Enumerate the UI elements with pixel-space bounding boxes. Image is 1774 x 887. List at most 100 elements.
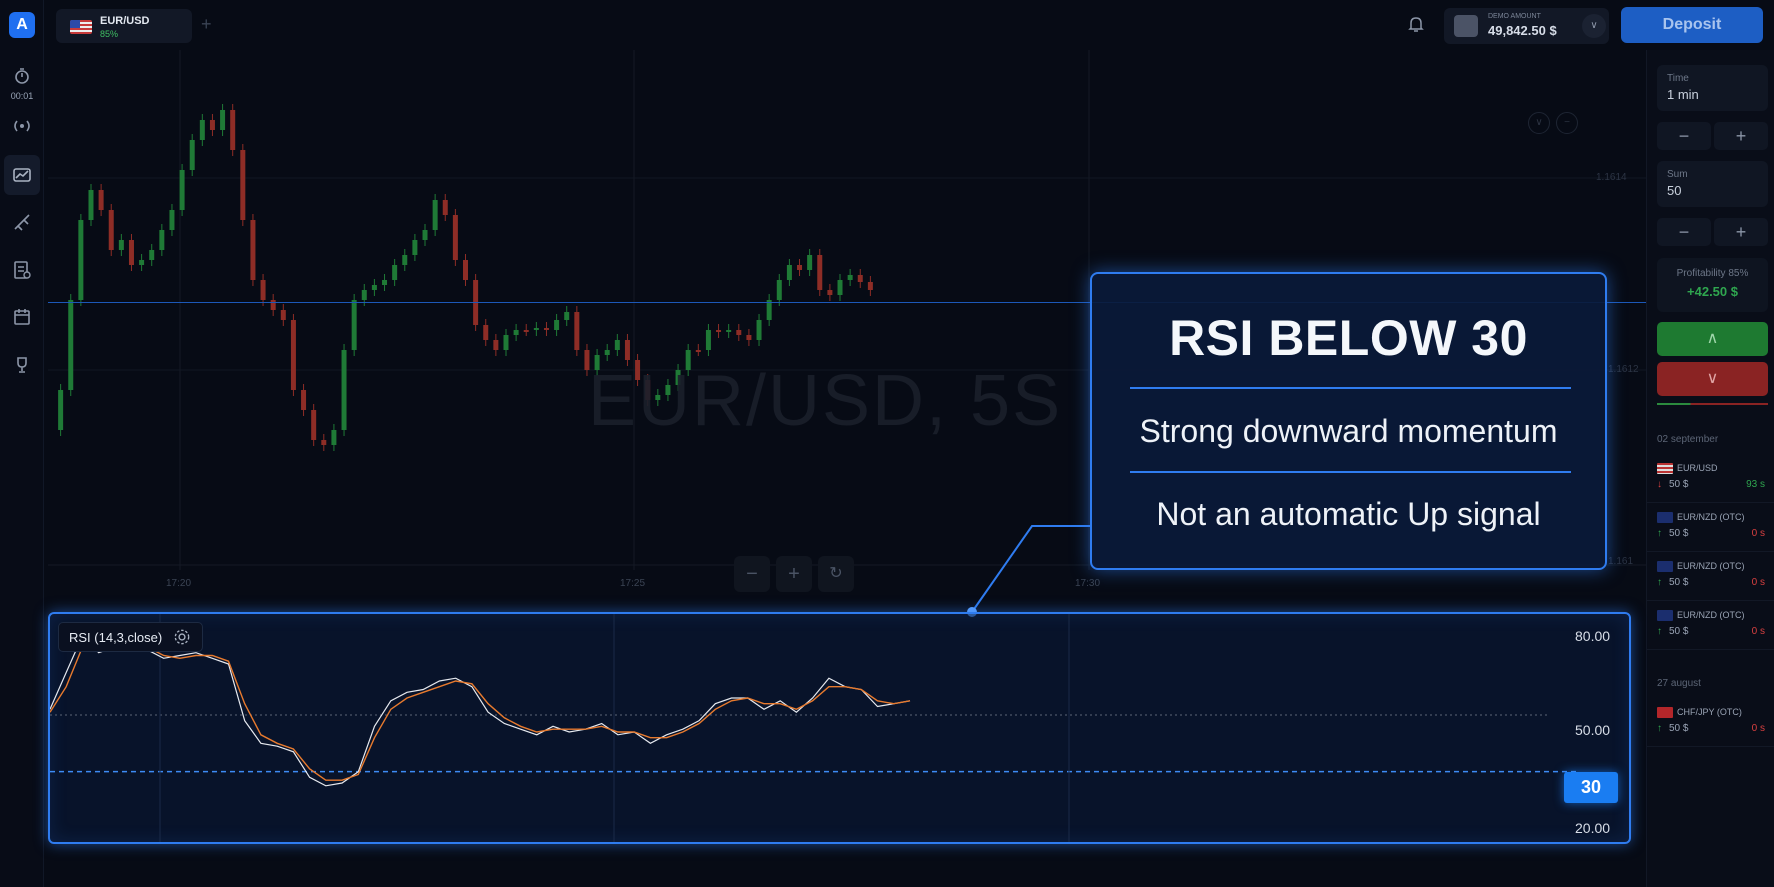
candle [452,209,458,266]
left-sidebar: A 00:01 [0,0,44,887]
callout-line: Not an automatic Up signal [1156,496,1541,532]
logo[interactable]: A [9,12,35,38]
chart-watermark: EUR/USD, 5S [588,361,1063,441]
candle [230,104,236,156]
up-button[interactable]: ∧ [1657,322,1768,356]
zoom-in-button[interactable]: + [776,556,812,592]
trade-time: 0 s [1751,723,1765,734]
trophy-icon[interactable] [10,353,34,377]
collapse-icon[interactable]: ∨ [1528,112,1550,134]
sum-decrease-button[interactable]: − [1657,218,1711,246]
sum-value: 50 [1667,183,1682,198]
drawing-icon[interactable] [10,210,34,234]
rsi-scale-label: 20.00 [1575,820,1611,836]
arrow-up-icon: ↑ [1657,577,1662,588]
reset-zoom-icon[interactable]: ↻ [818,556,854,592]
candle [483,319,489,346]
profit-value: +42.50 $ [1687,284,1738,299]
candle [786,259,792,286]
down-button[interactable]: ∨ [1657,362,1768,396]
trade-item[interactable]: EUR/NZD (OTC) ↑ 50 $ 0 s [1647,602,1774,650]
nz-flag-icon [1657,512,1673,523]
time-label: 17:25 [620,578,646,589]
candle [837,274,843,301]
asset-tab[interactable]: EUR/USD 85% [56,9,192,43]
candle [726,324,732,338]
candle [250,214,256,286]
add-tab-icon[interactable]: + [201,14,212,35]
trade-item[interactable]: EUR/NZD (OTC) ↑ 50 $ 0 s [1647,504,1774,552]
candle [463,254,468,286]
rsi-label: RSI (14,3,close) [69,629,163,645]
history-icon[interactable] [10,258,34,282]
candle [493,334,499,356]
rsi-panel[interactable]: RSI (14,3,close) 80.00 50.00 20.00 [48,612,1631,844]
account-selector[interactable]: DEMO AMOUNT 49,842.50 $ ∨ [1444,8,1609,44]
candle [847,269,853,286]
callout-divider [1130,387,1571,389]
us-flag-icon [1657,463,1673,474]
candle [513,324,519,341]
candle [159,224,165,256]
candle [867,276,873,296]
timer-icon[interactable] [10,64,34,88]
calendar-icon[interactable] [10,305,34,329]
gear-icon[interactable] [172,627,192,647]
signal-icon[interactable] [10,114,34,138]
sum-field[interactable]: Sum 50 [1657,161,1768,207]
account-balance: 49,842.50 $ [1488,23,1557,38]
candle [695,344,701,356]
sum-increase-button[interactable]: + [1714,218,1768,246]
candle [321,434,327,451]
candle [179,164,185,216]
deposit-button[interactable]: Deposit [1621,7,1763,43]
candle [341,344,347,436]
ch-flag-icon [1657,707,1673,718]
rsi-indicator-tag[interactable]: RSI (14,3,close) [58,622,204,652]
candle [209,114,215,136]
trade-asset: EUR/NZD (OTC) [1677,561,1745,571]
candle [118,234,124,256]
candle [280,304,286,326]
time-field[interactable]: Time 1 min [1657,65,1768,111]
zoom-out-button[interactable]: − [734,556,770,592]
nz-flag-icon [1657,610,1673,621]
time-decrease-button[interactable]: − [1657,122,1711,150]
time-increase-button[interactable]: + [1714,122,1768,150]
candle [543,322,549,336]
candle [108,204,114,256]
candle [614,334,620,356]
trade-item[interactable]: EUR/NZD (OTC) ↑ 50 $ 0 s [1647,553,1774,601]
trade-item[interactable]: CHF/JPY (OTC) ↑ 50 $ 0 s [1647,699,1774,747]
candle [301,384,307,416]
date-header: 02 september [1657,434,1719,445]
candle [128,234,134,271]
chevron-down-icon[interactable]: ∨ [1582,14,1606,38]
top-bar: EUR/USD 85% + DEMO AMOUNT 49,842.50 $ ∨ … [44,0,1774,50]
candle [422,224,428,246]
trade-amount: 50 $ [1669,626,1689,637]
rsi-threshold-badge: 30 [1564,772,1618,803]
sentiment-bar [1657,403,1768,405]
minimize-icon[interactable]: − [1556,112,1578,134]
candle [220,104,226,136]
trade-item[interactable]: EUR/USD ↓ 50 $ 93 s [1647,455,1774,503]
sum-stepper: − + [1657,218,1768,246]
rsi-chart [50,614,1580,842]
candle [797,259,803,276]
candle [817,249,823,296]
account-label: DEMO AMOUNT [1488,13,1541,20]
chart-icon[interactable] [10,163,34,187]
candle [139,254,145,271]
trade-time: 93 s [1746,479,1765,490]
candle [716,324,722,338]
time-label: Time [1667,73,1689,84]
bell-icon[interactable] [1404,12,1428,36]
candle [78,214,84,306]
candle [98,184,104,216]
candle [382,274,388,291]
nz-flag-icon [1657,561,1673,572]
time-label: 17:20 [166,578,192,589]
rsi-signal-line [50,643,911,781]
candle [827,284,833,301]
